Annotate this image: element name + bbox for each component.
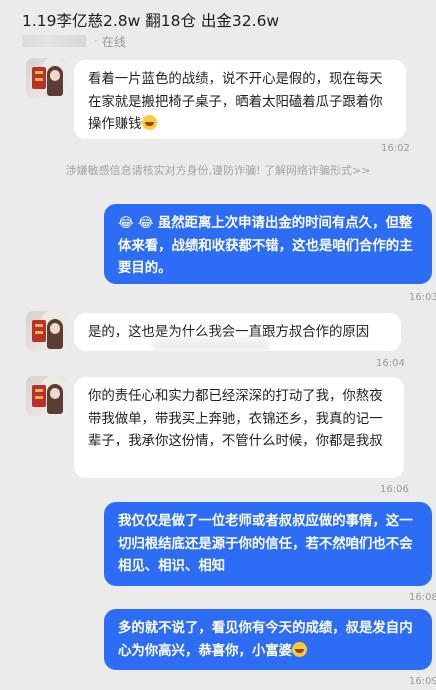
message-time: 16:09: [409, 676, 436, 687]
laughing-face-icons: 😂 😂: [118, 216, 154, 231]
message-time: 16:04: [376, 358, 405, 369]
contact-avatar[interactable]: [26, 311, 66, 351]
message-text: 虽然距离上次申请出金的时间有点久，但整体来看，战绩和收获都不错，这也是咱们合作的…: [118, 216, 413, 276]
blurred-region: [152, 338, 270, 352]
online-status: 在线: [101, 34, 126, 49]
fraud-info-link[interactable]: 了解网络诈骗形式>>: [264, 164, 370, 177]
message-time: 16:06: [380, 484, 409, 495]
message-text: 你的责任心和实力都已经深深的打动了我，你熬夜带我做单，带我买上奔驰，衣锦还乡，我…: [88, 389, 383, 449]
fraud-warning-text: 涉嫌敏感信息请核实对方身份,谨防诈骗!: [65, 164, 264, 177]
contact-avatar[interactable]: [26, 376, 66, 416]
message-bubble-incoming[interactable]: 你的责任心和实力都已经深深的打动了我，你熬夜带我做单，带我买上奔驰，衣锦还乡，我…: [74, 377, 404, 478]
message-bubble-outgoing[interactable]: 多的就不说了，看见你有今天的成绩，叔是发自内心为你高兴，恭喜你，小富婆: [104, 609, 432, 670]
message-text: 多的就不说了，看见你有今天的成绩，叔是发自内心为你高兴，恭喜你，小富婆: [118, 621, 413, 659]
smiling-face-icon: [292, 641, 308, 657]
message-time: 16:08: [409, 592, 436, 603]
message-time: 16:02: [381, 143, 410, 154]
chat-header: 1.19李亿慈2.8w 翻18仓 出金32.6w · 在线: [0, 0, 436, 58]
message-bubble-outgoing[interactable]: 我仅仅是做了一位老师或者叔叔应做的事情，这一切归根结底还是源于你的信任，若不然咱…: [104, 502, 432, 586]
message-bubble-outgoing[interactable]: 😂 😂 虽然距离上次申请出金的时间有点久，但整体来看，战绩和收获都不错，这也是咱…: [104, 204, 432, 284]
chat-title: 1.19李亿慈2.8w 翻18仓 出金32.6w: [22, 12, 280, 30]
fraud-warning-notice: 涉嫌敏感信息请核实对方身份,谨防诈骗! 了解网络诈骗形式>>: [60, 163, 376, 178]
contact-status-row: · 在线: [22, 33, 126, 49]
grinning-face-icon: [141, 115, 157, 130]
message-time: 16:03: [409, 292, 436, 303]
blurred-contact-name: [22, 35, 86, 47]
message-text: 看着一片蓝色的战绩，说不开心是假的，现在每天在家就是搬把椅子桌子，晒着太阳磕着瓜…: [88, 72, 383, 132]
message-bubble-incoming[interactable]: 看着一片蓝色的战绩，说不开心是假的，现在每天在家就是搬把椅子桌子，晒着太阳磕着瓜…: [74, 60, 406, 139]
status-separator: ·: [94, 34, 98, 48]
message-text: 我仅仅是做了一位老师或者叔叔应做的事情，这一切归根结底还是源于你的信任，若不然咱…: [118, 514, 413, 574]
contact-avatar[interactable]: [26, 58, 66, 98]
